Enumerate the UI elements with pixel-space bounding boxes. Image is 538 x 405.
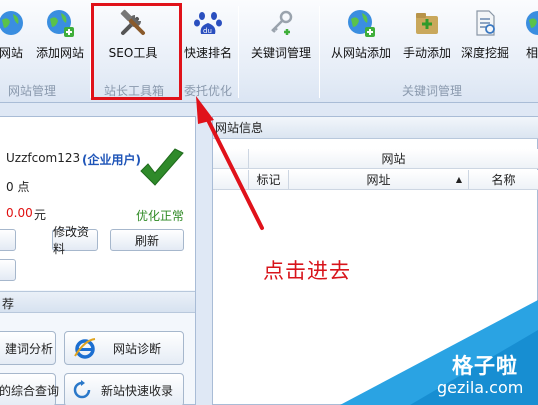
annotation-text: 点击进去 [263,259,351,283]
keyword-management-button[interactable]: 关键词管理 [248,4,314,68]
quick-index-button[interactable]: 新站快速收录 [64,373,184,405]
refresh-icon [71,379,93,401]
refresh-button[interactable]: 刷新 [110,229,184,251]
comprehensive-query-button[interactable]: 的综合查询 [0,373,60,405]
ribbon-button-label: 添加网站 [35,46,84,60]
add-website-button[interactable]: 添加网站 [34,4,86,68]
group-label-entrusted-optimization: 委托优化 [184,84,233,98]
points: 0 点 [6,180,30,194]
balance: 0.00 [6,206,33,220]
account-info: Uzzfcom123 (企业用户) 0 点 0.00 元 优化正常 修改资料 刷… [0,117,195,290]
svg-text:du: du [203,27,212,35]
baidu-paw-icon: du [191,6,225,40]
check-icon [138,147,186,194]
section-title: 荐 [2,297,15,311]
button-label: 新站快速收录 [101,383,174,398]
globe-icon [0,6,28,40]
column-spacer [213,149,249,169]
column-header-label: 网址 [366,173,391,187]
deep-mining-button[interactable]: 深度挖掘 [458,4,512,68]
keyword-analysis-button[interactable]: 建词分析 [0,331,56,365]
ribbon-button-label: 快速排名 [183,46,232,60]
folder-add-icon [410,6,444,40]
document-icon [468,6,502,40]
ribbon-button-label: 从网站添加 [330,46,391,60]
highlight-box [91,3,182,100]
sort-up-icon: ▲ [455,175,462,184]
column-header-mark[interactable]: 标记 [249,170,289,190]
user-type: (企业用户) [82,153,141,167]
globe-add-icon [43,6,77,40]
manual-add-button[interactable]: 手动添加 [401,4,453,68]
ribbon-button-website[interactable]: 网站 [0,4,28,68]
panel-title: 网站信息 [213,117,538,139]
account-panel: Uzzfcom123 (企业用户) 0 点 0.00 元 优化正常 修改资料 刷… [0,116,196,405]
ribbon-button-label: 网站 [0,46,23,60]
ie-icon [73,336,97,360]
group-separator [238,6,239,98]
ribbon-toolbar: 网站 添加网站 SEO工具 du 快速排名 关键词管理 从网站添加 手动添加 深… [0,0,538,103]
site-diagnosis-button[interactable]: 网站诊断 [64,331,184,365]
username: Uzzfcom123 [6,151,81,165]
group-label-keyword-management: 关键词管理 [402,84,463,98]
key-icon [264,6,298,40]
add-from-website-button[interactable]: 从网站添加 [328,4,394,68]
column-header-url[interactable]: 网址 ▲ [289,170,469,190]
related-button[interactable]: 相关 [518,4,538,68]
button-label: 建词分析 [5,341,54,356]
recommend-section-header: 荐 [0,291,195,313]
group-label-site-management: 网站管理 [8,84,57,98]
column-spacer [213,170,249,190]
ribbon-button-label: 手动添加 [402,46,451,60]
ribbon-button-label: 相关 [525,46,538,60]
watermark-domain: gezila.com [437,378,524,397]
group-separator [319,6,320,98]
edit-button-partial[interactable] [0,229,16,251]
small-button-partial[interactable] [0,259,16,281]
watermark-logo-text: 格子啦 [452,354,518,378]
ribbon-button-label: 关键词管理 [250,46,311,60]
currency: 元 [34,208,47,222]
ribbon-button-label: 深度挖掘 [460,46,509,60]
optimization-status: 优化正常 [136,209,185,223]
group-header: 网站 [249,149,538,169]
globe-add-icon [344,6,378,40]
edit-profile-button[interactable]: 修改资料 [52,225,98,256]
quick-rank-button[interactable]: du 快速排名 [181,4,235,68]
globe-icon [521,6,538,40]
button-label: 的综合查询 [0,383,60,398]
column-header-name[interactable]: 名称 [469,170,538,190]
button-label: 网站诊断 [113,341,162,356]
